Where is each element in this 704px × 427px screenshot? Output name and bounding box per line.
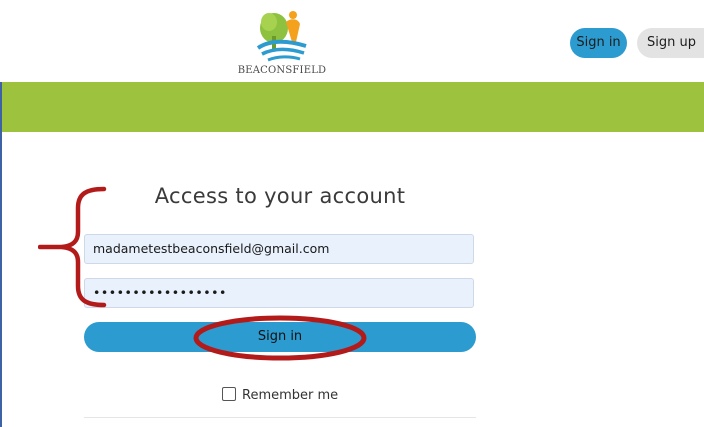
- signin-button[interactable]: Sign in: [84, 322, 476, 352]
- brand-name: BEACONSFIELD: [237, 65, 327, 76]
- header-signup-button[interactable]: Sign up: [637, 28, 704, 58]
- remember-me[interactable]: Remember me: [222, 386, 338, 406]
- site-header: BEACONSFIELD Sign in Sign up: [0, 0, 704, 82]
- password-field[interactable]: •••••••••••••••••: [84, 278, 474, 308]
- page-title: Access to your account: [154, 184, 406, 208]
- green-banner: [2, 82, 704, 132]
- remember-me-checkbox[interactable]: [222, 387, 236, 401]
- beaconsfield-logo-icon[interactable]: [252, 8, 312, 64]
- form-divider: [84, 417, 476, 418]
- email-field[interactable]: madametestbeaconsfield@gmail.com: [84, 234, 474, 264]
- remember-me-label: Remember me: [242, 388, 339, 403]
- header-signin-button[interactable]: Sign in: [570, 28, 627, 58]
